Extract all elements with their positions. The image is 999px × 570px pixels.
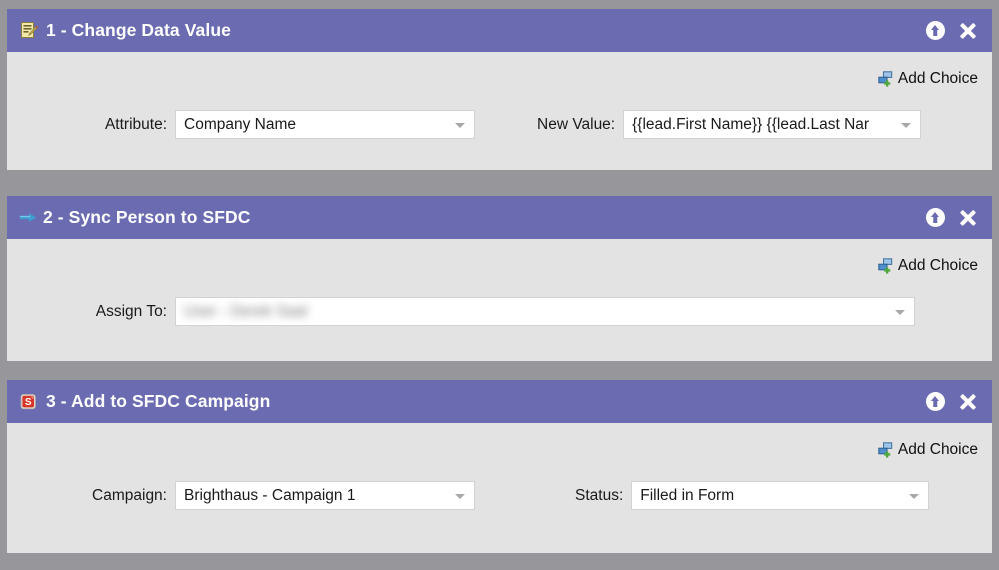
panel-body-2: Add Choice Assign To: User - Derek Saal <box>7 239 992 361</box>
panel-header-actions-1 <box>925 9 978 52</box>
attribute-value: Company Name <box>184 115 296 133</box>
close-button-3[interactable] <box>958 392 978 412</box>
panel-header-1: 1 - Change Data Value <box>7 9 992 52</box>
status-value: Filled in Form <box>640 486 735 504</box>
new-value-select[interactable]: {{lead.First Name}} {{lead.Last Nar <box>623 110 922 139</box>
field-row-3: Campaign: Brighthaus - Campaign 1 Status… <box>7 481 992 510</box>
panel-title-3: 3 - Add to SFDC Campaign <box>46 391 271 411</box>
chevron-down-icon <box>455 493 465 499</box>
close-icon <box>959 21 978 40</box>
collapse-button-2[interactable] <box>925 208 945 228</box>
arrow-up-circle-icon <box>925 21 945 40</box>
campaign-value: Brighthaus - Campaign 1 <box>184 486 356 504</box>
add-choice-button-1[interactable]: Add Choice <box>878 70 978 88</box>
attribute-label: Attribute: <box>104 115 167 133</box>
arrow-up-circle-icon <box>925 208 945 227</box>
sfdc-campaign-icon: S <box>19 392 38 411</box>
add-choice-button-3[interactable]: Add Choice <box>878 441 978 459</box>
assign-to-label: Assign To: <box>95 302 167 320</box>
assign-to-value: User - Derek Saal <box>184 302 308 320</box>
collapse-button-3[interactable] <box>925 392 945 412</box>
panel-header-actions-3 <box>925 380 978 423</box>
assign-to-select[interactable]: User - Derek Saal <box>175 297 915 326</box>
attribute-select[interactable]: Company Name <box>175 110 475 139</box>
campaign-field: Campaign: Brighthaus - Campaign 1 <box>7 481 475 510</box>
add-choice-label-1: Add Choice <box>897 70 978 87</box>
chevron-down-icon <box>455 122 465 128</box>
panel-body-3: Add Choice Campaign: Brighthaus - Campai… <box>7 423 992 553</box>
chevron-down-icon <box>895 309 905 315</box>
sync-person-icon <box>19 208 38 227</box>
chevron-down-icon <box>909 493 920 499</box>
assign-to-field: Assign To: User - Derek Saal <box>7 297 915 326</box>
field-row-2: Assign To: User - Derek Saal <box>7 297 992 326</box>
panel-header-actions-2 <box>925 196 978 239</box>
panel-header-2: 2 - Sync Person to SFDC <box>7 196 992 239</box>
add-choice-icon <box>878 258 895 274</box>
status-select[interactable]: Filled in Form <box>631 481 930 510</box>
svg-text:S: S <box>25 397 32 408</box>
flow-step-panel-3: S 3 - Add to SFDC Campaign Add Choice Ca… <box>7 380 992 553</box>
new-value-value: {{lead.First Name}} {{lead.Last Nar <box>632 115 870 133</box>
add-choice-label-3: Add Choice <box>897 441 978 458</box>
close-button-2[interactable] <box>958 208 978 228</box>
status-field: Status: Filled in Form <box>575 481 930 510</box>
collapse-button-1[interactable] <box>925 21 945 41</box>
arrow-up-circle-icon <box>925 392 945 411</box>
flow-step-panel-2: 2 - Sync Person to SFDC Add Choice Assig… <box>7 196 992 361</box>
new-value-label: New Value: <box>537 115 616 133</box>
status-label: Status: <box>575 486 624 504</box>
add-choice-button-2[interactable]: Add Choice <box>878 257 978 275</box>
flow-steps-canvas: 1 - Change Data Value Add Choice Attribu… <box>0 0 999 570</box>
add-choice-icon <box>878 442 895 458</box>
close-icon <box>959 392 978 411</box>
flow-step-panel-1: 1 - Change Data Value Add Choice Attribu… <box>7 9 992 170</box>
close-button-1[interactable] <box>958 21 978 41</box>
campaign-select[interactable]: Brighthaus - Campaign 1 <box>175 481 475 510</box>
add-choice-icon <box>878 71 895 87</box>
change-data-value-icon <box>19 21 38 40</box>
panel-title-2: 2 - Sync Person to SFDC <box>43 207 251 227</box>
close-icon <box>959 208 978 227</box>
add-choice-label-2: Add Choice <box>897 257 978 274</box>
campaign-label: Campaign: <box>92 486 167 504</box>
panel-title-1: 1 - Change Data Value <box>46 20 231 40</box>
attribute-field: Attribute: Company Name <box>7 110 475 139</box>
chevron-down-icon <box>901 122 912 128</box>
new-value-field: New Value: {{lead.First Name}} {{lead.La… <box>537 110 922 139</box>
panel-body-1: Add Choice Attribute: Company Name New V… <box>7 52 992 170</box>
field-row-1: Attribute: Company Name New Value: {{lea… <box>7 110 992 139</box>
panel-header-3: S 3 - Add to SFDC Campaign <box>7 380 992 423</box>
